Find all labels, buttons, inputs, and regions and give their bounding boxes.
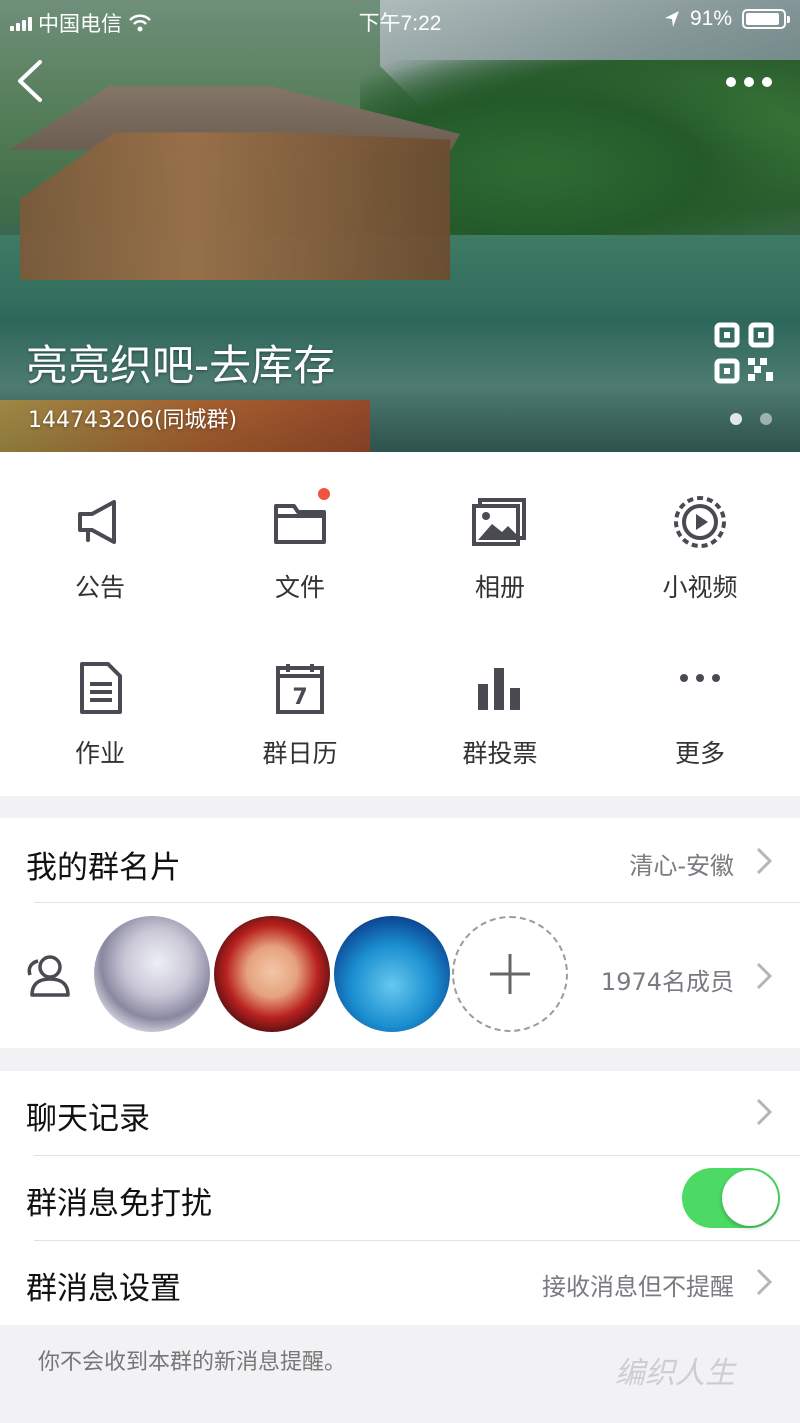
- chat-history-row[interactable]: 聊天记录: [0, 1071, 800, 1155]
- megaphone-icon: [70, 492, 130, 552]
- battery-icon: [742, 9, 790, 29]
- status-right: 91%: [664, 7, 790, 31]
- toggle-knob: [722, 1170, 778, 1226]
- feature-label: 群日历: [262, 739, 338, 768]
- group-id: 144743206(同城群): [28, 408, 238, 433]
- feature-label: 小视频: [662, 573, 738, 602]
- qr-code-button[interactable]: [714, 322, 774, 384]
- more-options-button[interactable]: [726, 70, 774, 94]
- feature-label: 文件: [274, 573, 325, 602]
- message-settings-value: 接收消息但不提醒: [542, 1273, 734, 1301]
- video-play-icon: [670, 492, 730, 552]
- do-not-disturb-title: 群消息免打扰: [26, 1186, 212, 1222]
- message-settings-row[interactable]: 群消息设置 接收消息但不提醒: [0, 1241, 800, 1325]
- dot: [762, 77, 772, 87]
- notification-badge: [316, 486, 332, 502]
- bar-chart-icon: [470, 658, 530, 718]
- location-arrow-icon: [664, 11, 679, 27]
- message-settings-title: 群消息设置: [26, 1271, 181, 1307]
- group-name: 亮亮织吧-去库存: [26, 341, 336, 390]
- my-group-card-title: 我的群名片: [26, 850, 181, 886]
- do-not-disturb-row: 群消息免打扰: [0, 1156, 800, 1240]
- feature-label: 公告: [74, 573, 125, 602]
- feature-label: 群投票: [462, 739, 538, 768]
- feature-more[interactable]: 更多: [600, 618, 800, 768]
- feature-grid: 公告 文件 相册 小视频 作业 7 群日历 群投票 更多: [0, 452, 800, 796]
- member-count: 1974名成员: [600, 968, 734, 996]
- cover-page-indicator: [730, 413, 772, 425]
- battery-percent: 91%: [689, 7, 732, 30]
- feature-announcement[interactable]: 公告: [0, 452, 200, 602]
- calendar-icon: 7: [270, 658, 330, 718]
- more-dots-icon: [670, 658, 730, 718]
- watermark: 编织人生: [615, 1356, 735, 1391]
- calendar-day: 7: [292, 685, 307, 710]
- my-group-card-row[interactable]: 我的群名片 清心-安徽: [0, 818, 800, 902]
- chevron-right-icon: [756, 1098, 773, 1126]
- feature-homework[interactable]: 作业: [0, 618, 200, 768]
- chat-history-title: 聊天记录: [26, 1101, 150, 1137]
- chevron-right-icon: [756, 962, 773, 990]
- feature-album[interactable]: 相册: [400, 452, 600, 602]
- my-group-card-value: 清心-安徽: [629, 852, 734, 880]
- qr-code-icon: [714, 322, 774, 384]
- back-button[interactable]: [14, 56, 54, 106]
- chevron-right-icon: [756, 1268, 773, 1296]
- add-member-button[interactable]: [452, 916, 568, 1032]
- battery-level: [746, 13, 779, 25]
- dot: [744, 77, 754, 87]
- members-icon: [27, 955, 70, 997]
- feature-label: 更多: [674, 739, 725, 768]
- page-dot: [760, 413, 772, 425]
- plus-icon: [490, 954, 530, 994]
- feature-label: 相册: [474, 573, 525, 602]
- feature-short-video[interactable]: 小视频: [600, 452, 800, 602]
- status-bar: 中国电信 下午7:22 91%: [0, 0, 800, 40]
- photo-album-icon: [470, 492, 530, 552]
- notification-hint: 你不会收到本群的新消息提醒。: [38, 1350, 347, 1375]
- chevron-left-icon: [18, 60, 42, 102]
- page-dot: [730, 413, 742, 425]
- feature-vote[interactable]: 群投票: [400, 618, 600, 768]
- do-not-disturb-toggle[interactable]: [682, 1168, 780, 1228]
- feature-calendar[interactable]: 7 群日历: [200, 618, 400, 768]
- member-avatar[interactable]: [334, 916, 450, 1032]
- feature-label: 作业: [74, 739, 125, 768]
- member-avatar[interactable]: [214, 916, 330, 1032]
- document-icon: [70, 658, 130, 718]
- folder-icon: [270, 486, 332, 552]
- feature-files[interactable]: 文件: [200, 452, 400, 602]
- member-avatar[interactable]: [94, 916, 210, 1032]
- dot: [726, 77, 736, 87]
- chevron-right-icon: [756, 847, 773, 875]
